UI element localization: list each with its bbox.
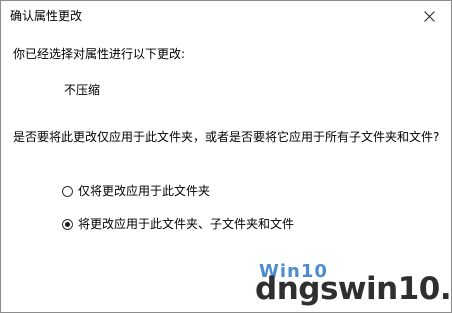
watermark-text: dngswin10.com	[255, 271, 452, 307]
option-this-folder-only[interactable]: 仅将更改应用于此文件夹	[62, 183, 210, 200]
window-title: 确认属性更改	[10, 9, 83, 23]
attribute-change-text: 不压缩	[64, 83, 101, 97]
radio-folder-subfolders-files[interactable]	[62, 219, 73, 230]
intro-text: 你已经选择对属性进行以下更改:	[13, 47, 186, 61]
close-icon	[423, 10, 435, 22]
watermark: Win10 dngswin10.com	[255, 259, 451, 312]
option-label: 将更改应用于此文件夹、子文件夹和文件	[78, 217, 295, 231]
option-folder-subfolders-files[interactable]: 将更改应用于此文件夹、子文件夹和文件	[62, 216, 294, 233]
option-label: 仅将更改应用于此文件夹	[78, 184, 211, 198]
radio-this-folder-only[interactable]	[62, 186, 73, 197]
confirm-attribute-changes-dialog: 确认属性更改 你已经选择对属性进行以下更改: 不压缩 是否要将此更改仅应用于此文…	[0, 0, 452, 313]
close-button[interactable]	[407, 1, 451, 31]
title-bar: 确认属性更改	[1, 1, 451, 32]
apply-scope-question: 是否要将此更改仅应用于此文件夹，或者是否要将它应用于所有子文件夹和文件?	[13, 130, 440, 144]
